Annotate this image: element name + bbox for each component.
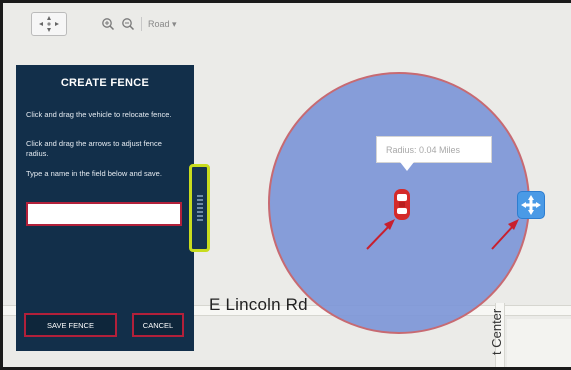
map-toolbar: Road ▾	[31, 11, 177, 37]
instruction-name: Type a name in the field below and save.	[26, 169, 162, 178]
cancel-button[interactable]: CANCEL	[132, 313, 184, 337]
tooltip-tail	[400, 162, 414, 171]
street-label-center: t Center	[489, 308, 504, 355]
map-type-select[interactable]: Road ▾	[148, 19, 177, 30]
panel-collapse-handle[interactable]	[189, 164, 210, 252]
zoom-out-icon[interactable]	[121, 17, 135, 31]
street-label-lincoln: E Lincoln Rd	[209, 295, 308, 314]
zoom-in-icon[interactable]	[101, 17, 115, 31]
fence-name-input[interactable]	[26, 202, 182, 226]
instruction-relocate: Click and drag the vehicle to relocate f…	[26, 110, 172, 119]
panel-title: CREATE FENCE	[60, 77, 150, 89]
map-block	[507, 319, 571, 367]
save-fence-button[interactable]: SAVE FENCE	[24, 313, 117, 337]
toolbar-divider	[141, 17, 142, 31]
app-frame: E Lincoln Rd t Center Road ▾ Radius: 0.0…	[0, 0, 571, 370]
move-arrows-icon	[521, 195, 541, 215]
instruction-radius: Click and drag the arrows to adjust fenc…	[26, 139, 162, 158]
grip-icon	[197, 195, 203, 221]
fence-radius-tooltip: Radius: 0.04 Miles	[376, 136, 492, 163]
create-fence-panel: CREATE FENCE Click and drag the vehicle …	[16, 65, 194, 351]
pan-control-icon[interactable]	[31, 12, 67, 36]
vehicle-icon[interactable]	[393, 188, 411, 221]
chevron-down-icon: ▾	[169, 18, 177, 29]
map-type-label: Road	[148, 18, 170, 29]
radius-resize-handle[interactable]	[517, 191, 545, 219]
